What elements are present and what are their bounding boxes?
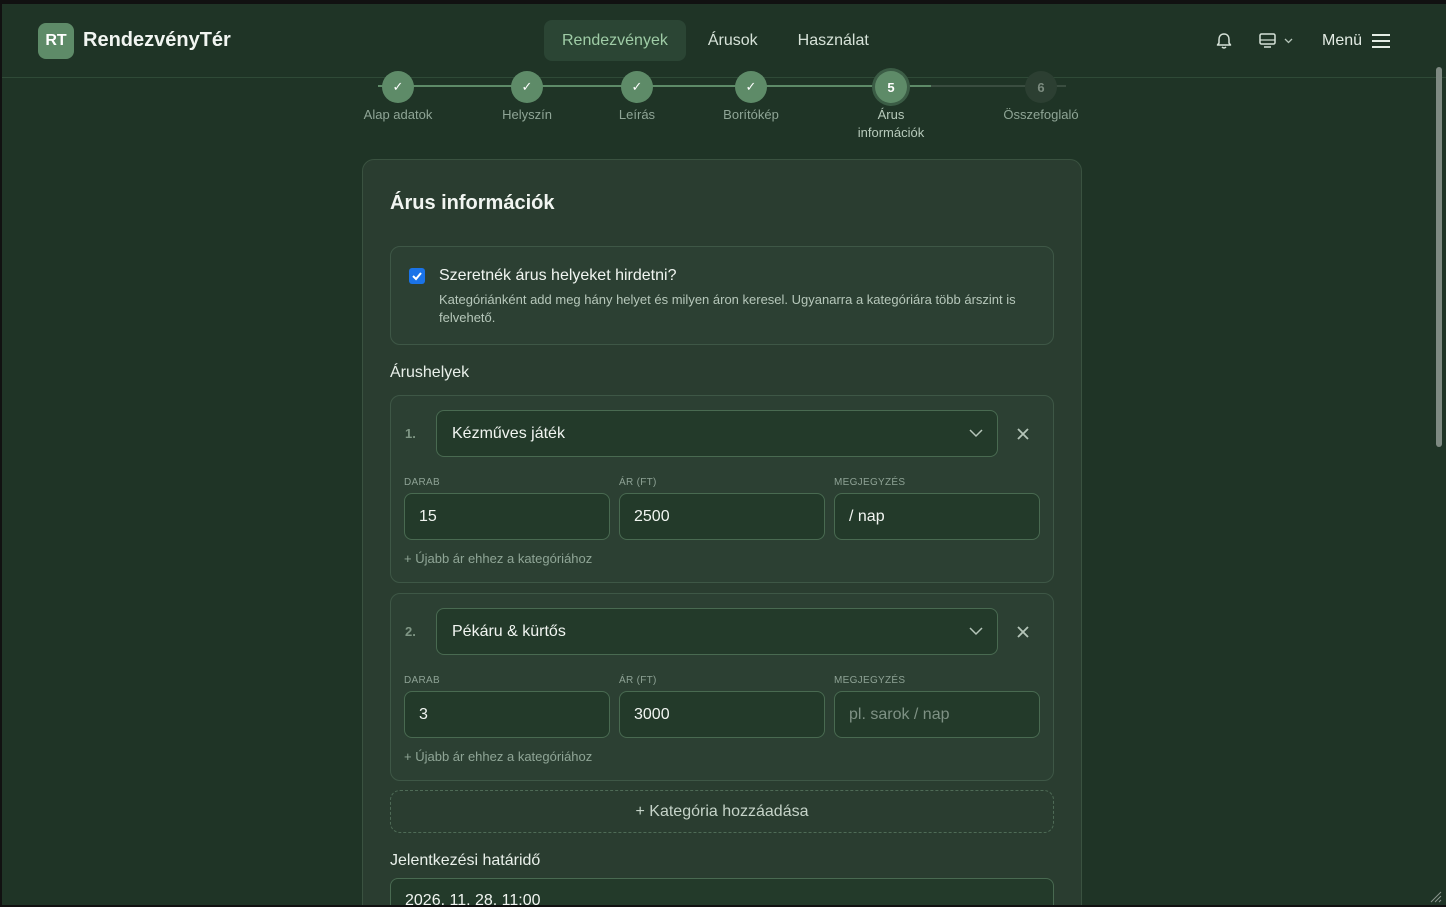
bell-icon[interactable] bbox=[1214, 31, 1234, 51]
page-scrollbar[interactable] bbox=[1436, 67, 1442, 447]
chevron-down-icon bbox=[969, 429, 983, 438]
note-label: MEGJEGYZÉS bbox=[834, 675, 906, 686]
add-category-button[interactable]: + Kategória hozzáadása bbox=[390, 790, 1054, 833]
step-6-label: Összefoglaló bbox=[1003, 107, 1079, 122]
hamburger-icon[interactable] bbox=[1372, 34, 1390, 48]
step-1-label: Alap adatok bbox=[363, 107, 433, 122]
advertise-stalls-description: Kategóriánként add meg hány helyet és mi… bbox=[439, 292, 1016, 325]
count-input[interactable]: 15 bbox=[404, 493, 610, 540]
price-label: ÁR (FT) bbox=[619, 477, 657, 488]
category-number: 1. bbox=[405, 426, 416, 441]
advertise-stalls-title[interactable]: Szeretnék árus helyeket hirdetni? bbox=[439, 267, 676, 285]
card-title: Árus információk bbox=[390, 192, 555, 214]
add-price-link[interactable]: + Újabb ár ehhez a kategóriához bbox=[404, 749, 592, 764]
deadline-label: Jelentkezési határidő bbox=[390, 852, 541, 869]
category-select[interactable]: Kézműves játék bbox=[436, 410, 998, 457]
price-label: ÁR (FT) bbox=[619, 675, 657, 686]
category-select-value: Kézműves játék bbox=[452, 424, 565, 442]
advertise-stalls-option: Szeretnék árus helyeket hirdetni? Kategó… bbox=[390, 246, 1054, 345]
count-input[interactable]: 3 bbox=[404, 691, 610, 738]
nav-usage[interactable]: Használat bbox=[780, 20, 887, 61]
deadline-input[interactable]: 2026. 11. 28. 11:00 bbox=[390, 878, 1054, 907]
chevron-down-icon bbox=[969, 627, 983, 636]
step-6-marker[interactable]: 6 bbox=[1025, 71, 1057, 103]
step-2-marker[interactable]: ✓ bbox=[511, 71, 543, 103]
nav-events[interactable]: Rendezvények bbox=[544, 20, 686, 61]
progress-stepper: ✓ Alap adatok ✓ Helyszín ✓ Leírás ✓ Borí… bbox=[0, 71, 1446, 148]
step-3-label: Leírás bbox=[618, 107, 656, 122]
check-icon bbox=[412, 272, 422, 281]
logo-badge[interactable]: RT bbox=[38, 23, 74, 59]
nav-vendors[interactable]: Árusok bbox=[690, 20, 776, 61]
resize-handle-icon[interactable] bbox=[1428, 889, 1442, 903]
category-select-value: Pékáru & kürtős bbox=[452, 622, 566, 640]
logo-text[interactable]: RendezvényTér bbox=[83, 29, 231, 52]
count-label: DARAB bbox=[404, 675, 440, 686]
menu-button[interactable]: Menü bbox=[1322, 32, 1362, 50]
main-nav: Rendezvények Árusok Használat bbox=[544, 20, 891, 61]
note-input[interactable]: / nap bbox=[834, 493, 1040, 540]
price-input[interactable]: 3000 bbox=[619, 691, 825, 738]
remove-category-icon[interactable] bbox=[1014, 623, 1032, 641]
step-4-marker[interactable]: ✓ bbox=[735, 71, 767, 103]
stepper-line-done bbox=[378, 85, 931, 87]
display-mode-icon[interactable] bbox=[1258, 32, 1296, 50]
category-select[interactable]: Pékáru & kürtős bbox=[436, 608, 998, 655]
note-input[interactable]: pl. sarok / nap bbox=[834, 691, 1040, 738]
remove-category-icon[interactable] bbox=[1014, 425, 1032, 443]
step-1-marker[interactable]: ✓ bbox=[382, 71, 414, 103]
vendor-info-card: Árus információk Szeretnék árus helyeket… bbox=[362, 159, 1082, 907]
step-3-marker[interactable]: ✓ bbox=[621, 71, 653, 103]
price-input[interactable]: 2500 bbox=[619, 493, 825, 540]
category-number: 2. bbox=[405, 624, 416, 639]
advertise-stalls-checkbox[interactable] bbox=[409, 268, 425, 284]
step-5-label: Árus információk bbox=[858, 106, 924, 142]
step-2-label: Helyszín bbox=[502, 107, 552, 122]
category-row-2: 2. Pékáru & kürtős DARAB ÁR (FT) MEGJEGY… bbox=[390, 593, 1054, 781]
step-5-label-line1: Árus bbox=[877, 107, 905, 122]
category-row-1: 1. Kézműves játék DARAB ÁR (FT) MEGJEGYZ… bbox=[390, 395, 1054, 583]
add-price-link[interactable]: + Újabb ár ehhez a kategóriához bbox=[404, 551, 592, 566]
count-label: DARAB bbox=[404, 477, 440, 488]
step-5-marker[interactable]: 5 bbox=[875, 71, 907, 103]
note-label: MEGJEGYZÉS bbox=[834, 477, 906, 488]
top-header: RT RendezvényTér Rendezvények Árusok Has… bbox=[2, 4, 1446, 78]
step-4-label: Borítókép bbox=[723, 107, 779, 122]
stalls-section-label: Árushelyek bbox=[390, 364, 470, 381]
step-5-label-line2: információk bbox=[857, 125, 925, 140]
